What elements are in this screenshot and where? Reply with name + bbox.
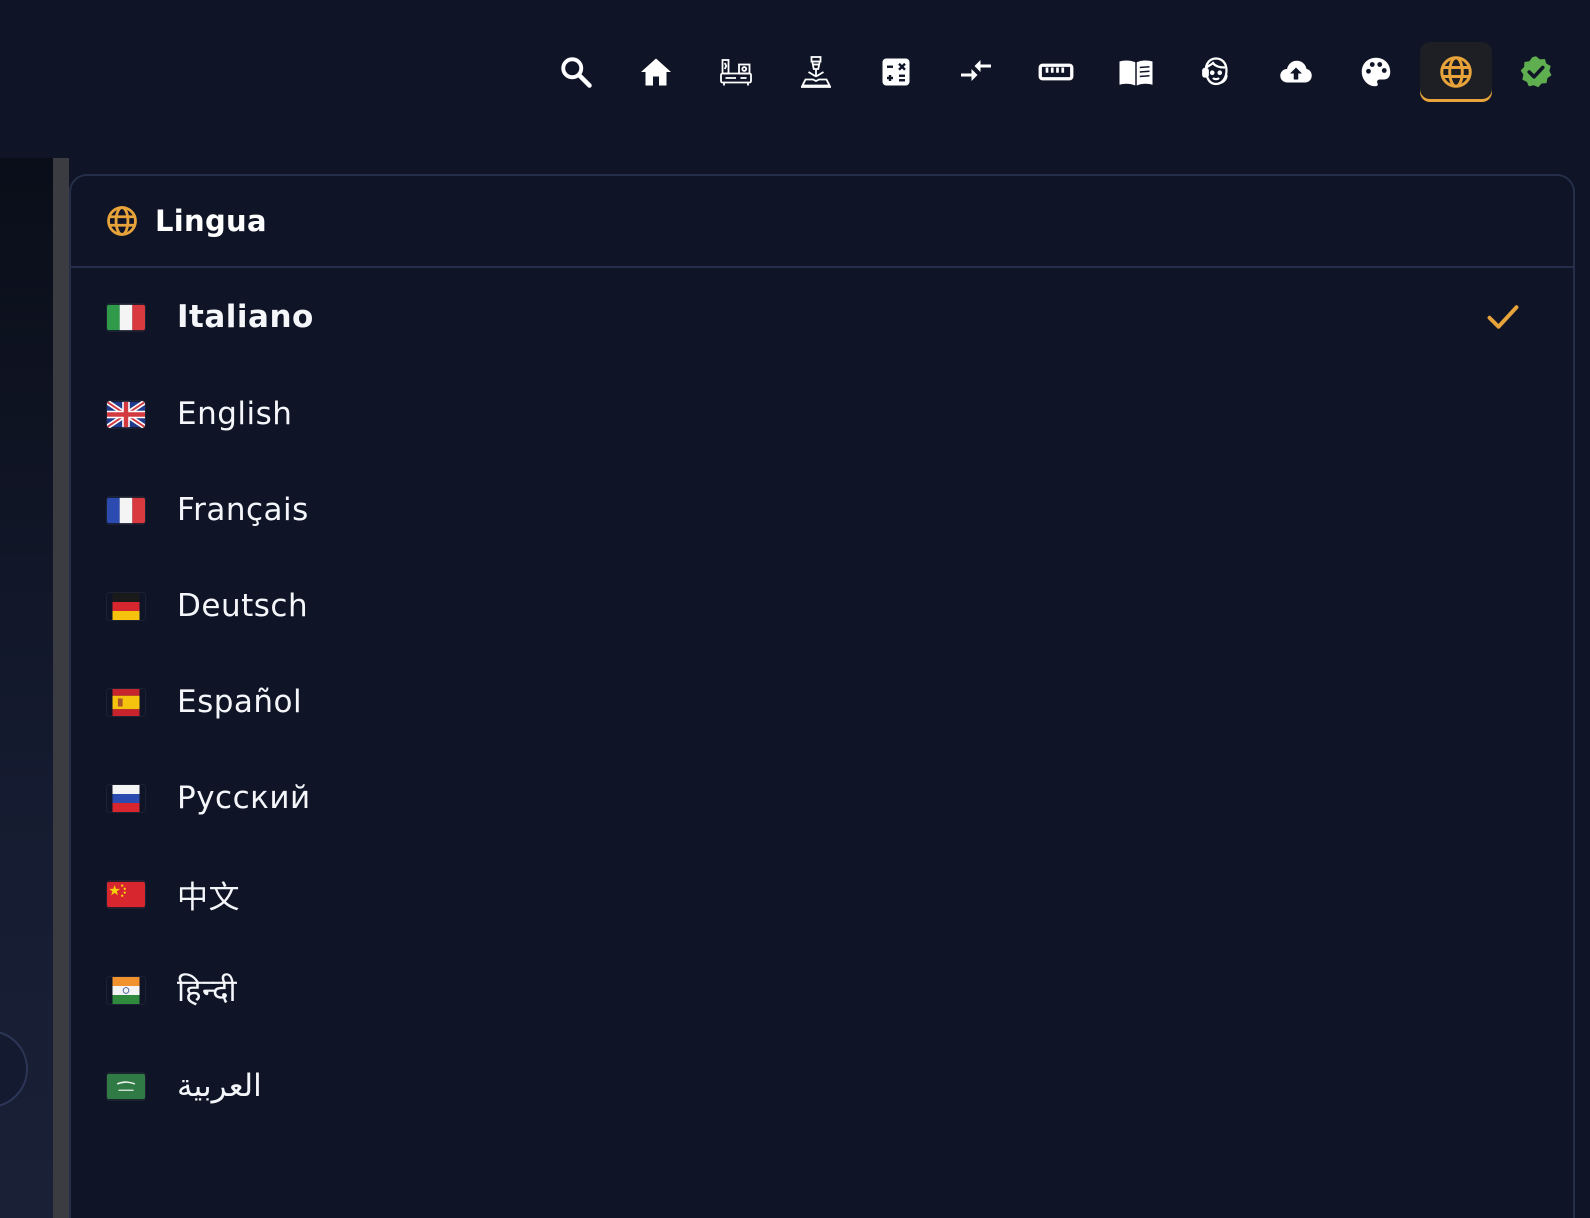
language-label: English (177, 396, 293, 432)
verified-status-button[interactable] (1500, 42, 1572, 102)
background-scrollbar[interactable] (53, 158, 69, 1218)
language-option-deutsch[interactable]: Deutsch (71, 558, 1573, 654)
flag-de-icon (107, 592, 145, 620)
language-label: Français (177, 492, 309, 528)
language-option-english[interactable]: English (71, 366, 1573, 462)
language-option-francais[interactable]: Français (71, 462, 1573, 558)
laser-cutter-icon (801, 56, 831, 88)
flag-es-icon (107, 688, 145, 716)
home-button[interactable] (620, 42, 692, 102)
language-label: हिन्दी (177, 973, 238, 1009)
language-list: Italiano English Français Deutsch Españo… (71, 268, 1573, 1134)
manual-button[interactable] (1100, 42, 1172, 102)
language-option-zhongwen[interactable]: 中文 (71, 846, 1573, 942)
ruler-icon (1038, 63, 1074, 81)
flag-cn-icon (107, 881, 145, 908)
palette-icon (1361, 57, 1391, 87)
home-icon (641, 58, 671, 86)
compress-arrows-icon (961, 60, 991, 81)
support-agent-icon (1202, 57, 1228, 86)
language-option-espanol[interactable]: Español (71, 654, 1573, 750)
flag-it-icon (107, 304, 145, 331)
ruler-button[interactable] (1020, 42, 1092, 102)
machine-panel-icon (720, 59, 752, 86)
language-option-hindi[interactable]: हिन्दी (71, 942, 1573, 1038)
theme-palette-button[interactable] (1340, 42, 1412, 102)
language-menu-title: Lingua (155, 204, 267, 238)
laser-cutter-button[interactable] (780, 42, 852, 102)
language-label: 中文 (177, 879, 240, 916)
support-button[interactable] (1180, 42, 1252, 102)
globe-icon (107, 206, 137, 236)
language-label: Español (177, 684, 303, 720)
language-menu: Lingua Italiano English Français Deutsch… (69, 174, 1575, 1218)
calculator-button[interactable] (860, 42, 932, 102)
top-toolbar (532, 40, 1572, 104)
manual-book-icon (1119, 60, 1153, 86)
cloud-upload-button[interactable] (1260, 42, 1332, 102)
search-icon (561, 57, 592, 88)
flag-sa-icon (107, 1073, 145, 1100)
language-label: العربية (177, 1068, 262, 1104)
language-button[interactable] (1420, 42, 1492, 102)
globe-icon (1440, 56, 1472, 88)
language-option-italiano[interactable]: Italiano (71, 268, 1573, 366)
flag-gb-icon (107, 400, 145, 428)
flag-fr-icon (107, 497, 145, 524)
flag-ru-icon (107, 784, 145, 812)
search-button[interactable] (540, 42, 612, 102)
machine-panel-button[interactable] (700, 42, 772, 102)
calculator-icon (882, 58, 910, 86)
language-label: Italiano (177, 299, 314, 335)
language-option-arabic[interactable]: العربية (71, 1038, 1573, 1134)
flag-in-icon (107, 976, 145, 1004)
language-label: Русский (177, 780, 311, 816)
language-option-russkiy[interactable]: Русский (71, 750, 1573, 846)
language-menu-header: Lingua (71, 176, 1573, 268)
check-icon (1487, 305, 1519, 329)
cloud-upload-icon (1280, 60, 1312, 83)
verified-badge-icon (1520, 56, 1552, 88)
language-label: Deutsch (177, 588, 309, 624)
compress-button[interactable] (940, 42, 1012, 102)
